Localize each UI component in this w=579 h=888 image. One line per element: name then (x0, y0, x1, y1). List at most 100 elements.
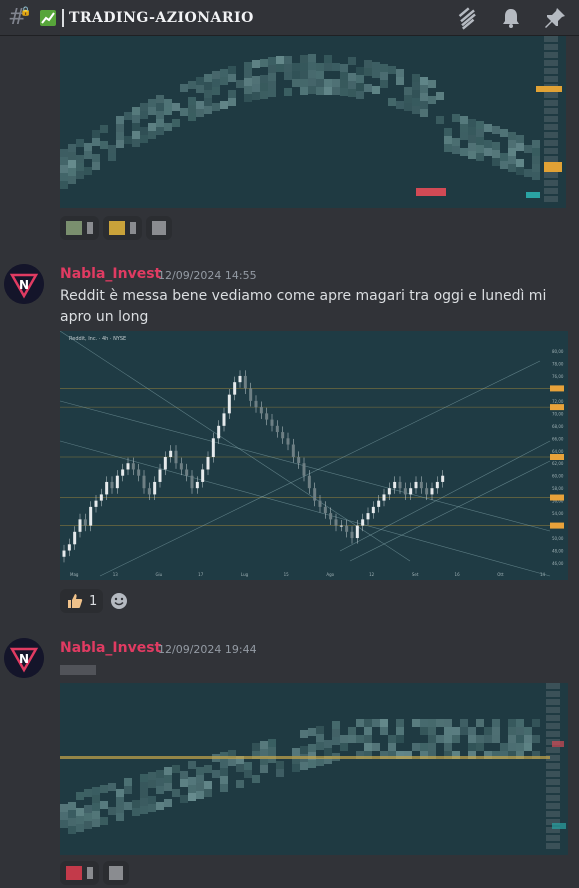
mosaic-block (156, 777, 164, 786)
reaction-blurred[interactable] (60, 216, 99, 240)
thumbs-up-icon (68, 594, 83, 608)
mosaic-block (364, 68, 372, 77)
mosaic-block (132, 123, 140, 132)
reaction-blurred[interactable] (146, 216, 172, 240)
reaction-blurred[interactable] (103, 216, 142, 240)
mosaic-block (124, 802, 132, 811)
mosaic-block (476, 129, 484, 138)
candle-body (270, 419, 274, 426)
mosaic-block (348, 81, 356, 90)
mosaic-block (546, 843, 560, 849)
mosaic-block (546, 715, 560, 721)
reactions-row: 1 (60, 589, 131, 613)
mosaic-block (156, 769, 164, 778)
candle-body (121, 469, 125, 476)
y-tick-label: 80,00 (552, 349, 564, 354)
mosaic-block (546, 683, 560, 689)
mosaic-block (308, 62, 316, 71)
reaction-thumbs-up[interactable]: 1 (60, 589, 104, 613)
mosaic-block (220, 68, 228, 77)
y-tick-label: 50,00 (552, 536, 564, 541)
mosaic-block (544, 162, 562, 172)
mosaic-block (412, 89, 420, 98)
mosaic-block (212, 770, 220, 779)
candle-body (409, 488, 413, 495)
mosaic-block (508, 734, 516, 743)
mosaic-block (516, 142, 524, 151)
mosaic-block (236, 779, 244, 788)
mosaic-block (500, 153, 508, 162)
y-tick-label: 46,00 (552, 561, 564, 566)
avatar[interactable]: N (4, 264, 44, 304)
y-tick-label: 48,00 (552, 549, 564, 554)
threads-icon[interactable] (455, 6, 479, 30)
price-marker (550, 522, 564, 529)
mosaic-block (546, 763, 560, 769)
mosaic-block (476, 734, 484, 743)
mosaic-block (268, 746, 276, 755)
candle-body (355, 525, 359, 539)
mosaic-block (228, 98, 236, 107)
reddit-chart-image[interactable]: Reddit, Inc. · 4h · NYSE 80,00 78,00 76,00 7… (60, 331, 568, 580)
mosaic-block (532, 172, 540, 181)
username[interactable]: Nabla_Invest (60, 266, 161, 282)
mosaic-block (276, 64, 284, 73)
mosaic-block (140, 111, 148, 120)
mosaic-block (388, 98, 396, 107)
mosaic-block (276, 768, 284, 777)
pin-icon[interactable] (543, 6, 567, 30)
mosaic-block (308, 743, 316, 752)
reaction-blurred[interactable] (60, 861, 99, 885)
mosaic-block (180, 771, 188, 780)
mosaic-block (268, 65, 276, 74)
x-tick-label: Ago (326, 572, 334, 577)
mosaic-block (204, 74, 212, 83)
add-reaction-button[interactable] (107, 589, 131, 613)
mosaic-block (516, 158, 524, 167)
timestamp: 12/09/2024 14:55 (158, 269, 257, 282)
pixelated-chart-image[interactable] (60, 683, 568, 855)
mosaic-block (308, 759, 316, 768)
mosaic-block (140, 774, 148, 783)
mosaic-block (116, 140, 124, 149)
mosaic-block (92, 819, 100, 828)
mosaic-block (60, 820, 68, 828)
mosaic-block (428, 718, 436, 727)
mosaic-block (156, 785, 164, 794)
mosaic-block (356, 82, 364, 91)
mosaic-block (444, 734, 452, 743)
mosaic-block (172, 765, 180, 774)
mosaic-block (324, 78, 332, 87)
mosaic-block (372, 85, 380, 94)
mosaic-block (132, 131, 140, 140)
mosaic-block (308, 78, 316, 87)
mosaic-block (544, 44, 558, 50)
mosaic-block (132, 808, 140, 817)
mosaic-block (236, 80, 244, 89)
mosaic-block (324, 86, 332, 95)
mosaic-block (116, 116, 124, 125)
reaction-blurred[interactable] (103, 861, 129, 885)
mosaic-block (508, 163, 516, 172)
mosaic-block (546, 771, 560, 777)
bell-icon[interactable] (499, 6, 523, 30)
mosaic-block (492, 126, 500, 135)
mosaic-block (212, 87, 220, 96)
mosaic-block (476, 153, 484, 162)
mosaic-block (268, 81, 276, 90)
mosaic-block (532, 140, 540, 149)
mosaic-block (76, 139, 84, 148)
avatar[interactable]: N (4, 638, 44, 678)
mosaic-block (92, 153, 100, 162)
mosaic-block (500, 161, 508, 170)
username[interactable]: Nabla_Invest (60, 640, 161, 656)
mosaic-block (108, 144, 116, 153)
price-marker (550, 385, 564, 392)
trend-line (339, 440, 551, 552)
pixelated-chart-image[interactable] (60, 36, 566, 208)
candle-body (323, 506, 327, 514)
mosaic-block (546, 699, 560, 705)
candle-body (222, 413, 226, 426)
mosaic-block (220, 760, 228, 769)
mosaic-block (300, 78, 308, 87)
